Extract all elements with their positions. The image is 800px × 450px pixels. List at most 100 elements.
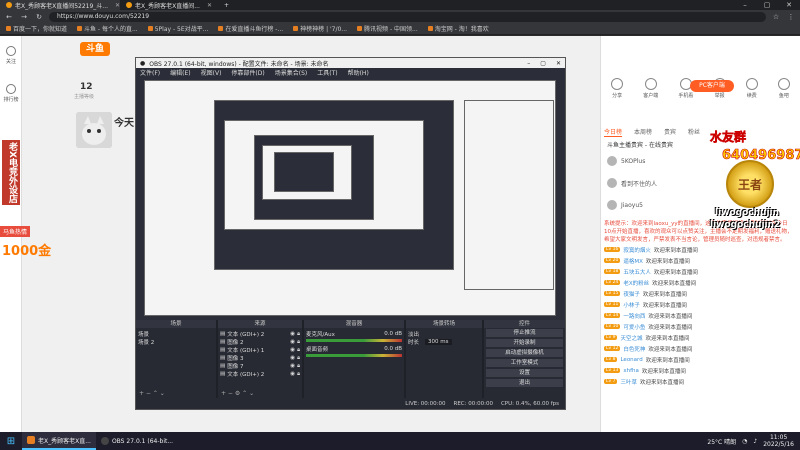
- virtual-camera-button[interactable]: 启动虚拟摄像机: [486, 349, 563, 357]
- duration-field[interactable]: 时长 300 ms: [408, 338, 480, 346]
- nav-rank[interactable]: 排行榜: [0, 74, 22, 112]
- weather[interactable]: 25°C 晴朗: [707, 437, 736, 446]
- source-item[interactable]: ▤ 文本 (GDI+) 2 ◉ 🔒︎: [220, 330, 300, 339]
- lock-icon[interactable]: 🔒︎: [297, 371, 300, 378]
- chat-nick[interactable]: 白色死神: [623, 345, 645, 353]
- anchor-avatar[interactable]: [76, 112, 112, 148]
- rank-row[interactable]: 5KOPlus: [607, 156, 645, 166]
- bookmark[interactable]: 腾讯视频 - 中国领...: [357, 24, 418, 33]
- bookmark[interactable]: 在爱直播斗鱼行榜 -...: [218, 24, 283, 33]
- bookmark[interactable]: 5Play - 5E对战平...: [147, 24, 208, 33]
- lock-icon[interactable]: 🔒︎: [297, 355, 300, 362]
- browser-tab[interactable]: 老X_秀顾客老X直播间... ✕: [120, 0, 218, 10]
- bookmark[interactable]: 神榜神榜 | '7/0...: [293, 24, 347, 33]
- new-tab-icon[interactable]: +: [218, 0, 235, 10]
- scene-item[interactable]: 场景 2: [138, 338, 214, 346]
- forward-icon[interactable]: →: [19, 13, 29, 21]
- eye-icon[interactable]: ◉: [290, 339, 295, 345]
- eye-icon[interactable]: ◉: [290, 355, 295, 361]
- close-tab-icon[interactable]: ✕: [207, 2, 212, 9]
- nav-follow[interactable]: 关注: [0, 36, 22, 74]
- bookmark[interactable]: 百度一下，你就知道: [6, 24, 67, 33]
- menu-scene-collection[interactable]: 场景集合(S): [275, 68, 308, 77]
- menu-icon[interactable]: ⋮: [786, 13, 796, 21]
- share-button[interactable]: 分享: [611, 78, 624, 108]
- chat-nick[interactable]: xhfha: [623, 368, 639, 374]
- bookmark[interactable]: 淘宝网 - 淘！我喜欢: [427, 24, 489, 33]
- menu-edit[interactable]: 编辑(E): [170, 68, 190, 77]
- menu-view[interactable]: 视图(V): [201, 68, 222, 77]
- source-item[interactable]: ▤ 图像 7 ◉ 🔒︎: [220, 362, 300, 371]
- client-button[interactable]: 客户端: [643, 78, 658, 108]
- pc-client-button[interactable]: PC客户端: [690, 80, 734, 92]
- settings-button[interactable]: 设置: [486, 369, 563, 377]
- eye-icon[interactable]: ◉: [290, 347, 295, 353]
- studio-mode-button[interactable]: 工作室模式: [486, 359, 563, 367]
- menu-file[interactable]: 文件(F): [140, 68, 160, 77]
- lock-icon[interactable]: 🔒︎: [297, 339, 300, 346]
- tab-vip[interactable]: 贵宾: [664, 127, 676, 137]
- minimize-icon[interactable]: –: [734, 1, 756, 9]
- fish-icon: [777, 78, 790, 90]
- rank-row[interactable]: 看到不住的人: [607, 178, 657, 188]
- source-item[interactable]: ▤ 文本 (GDI+) 2 ◉ 🔒︎: [220, 370, 300, 379]
- source-toolbar[interactable]: + − ⚙ ⌃ ⌄: [218, 390, 302, 398]
- wifi-icon[interactable]: ◔: [742, 438, 747, 445]
- url-input[interactable]: https://www.douyu.com/52219: [49, 11, 766, 22]
- rank-row[interactable]: Jiaoyu5: [607, 200, 643, 210]
- source-type-icon: ▤: [220, 347, 226, 353]
- reload-icon[interactable]: ↻: [34, 13, 44, 21]
- scene-toolbar[interactable]: + − ⌃ ⌄: [136, 390, 216, 398]
- windows-start-icon[interactable]: ⊞: [0, 436, 22, 447]
- star-icon[interactable]: ☆: [771, 13, 781, 21]
- chat-nick[interactable]: Leonard: [620, 357, 642, 363]
- volume-icon[interactable]: ♪: [753, 438, 757, 445]
- transition-select[interactable]: 淡出: [408, 330, 480, 338]
- start-recording-button[interactable]: 开始录制: [486, 339, 563, 347]
- chat-nick[interactable]: 老X的粉丝: [623, 279, 649, 287]
- chat-nick[interactable]: 寂寞的烟火: [623, 246, 651, 254]
- chat-nick[interactable]: 可爱小鱼: [623, 323, 645, 331]
- exit-button[interactable]: 退出: [486, 379, 563, 387]
- taskbar-item-browser[interactable]: 老X_秀顾客老X直...: [22, 432, 96, 450]
- douyu-logo[interactable]: 斗鱼: [80, 42, 110, 56]
- chat-text: 欢迎来到本直播间: [652, 280, 697, 287]
- taskbar-item-obs[interactable]: OBS 27.0.1 (64-bit...: [96, 432, 178, 450]
- lock-icon[interactable]: 🔒︎: [297, 347, 300, 354]
- back-icon[interactable]: ←: [4, 13, 14, 21]
- eye-icon[interactable]: ◉: [290, 363, 295, 369]
- renew-button[interactable]: 续费: [745, 78, 758, 108]
- eye-icon[interactable]: ◉: [290, 331, 295, 337]
- chat-nick[interactable]: 三叶草: [620, 378, 637, 386]
- menu-docks[interactable]: 停靠部件(D): [231, 68, 264, 77]
- obs-preview-canvas[interactable]: [144, 80, 556, 316]
- scene-item[interactable]: 场景: [138, 330, 214, 338]
- chat-nick[interactable]: 天空之城: [620, 334, 642, 342]
- tab-week[interactable]: 本周榜: [634, 127, 652, 137]
- source-item[interactable]: ▤ 图像 3 ◉ 🔒︎: [220, 354, 300, 363]
- tab-fans[interactable]: 粉丝: [688, 127, 700, 137]
- chat-nick[interactable]: 五块五大人: [623, 268, 651, 276]
- lock-icon[interactable]: 🔒︎: [297, 331, 300, 338]
- bookmark[interactable]: 斗鱼 - 每个人的直...: [77, 24, 138, 33]
- source-item[interactable]: ▤ 文本 (GDI+) 1 ◉ 🔒︎: [220, 346, 300, 355]
- menu-tools[interactable]: 工具(T): [317, 68, 337, 77]
- clock[interactable]: 11:05 2022/5/16: [763, 434, 794, 448]
- eye-icon[interactable]: ◉: [290, 371, 295, 377]
- chat-nick[interactable]: 逼格MX: [623, 257, 643, 265]
- fishbar-button[interactable]: 鱼吧: [777, 78, 790, 108]
- tab-today[interactable]: 今日榜: [604, 127, 623, 137]
- stop-streaming-button[interactable]: 停止推流: [486, 329, 563, 337]
- maximize-icon[interactable]: ▢: [756, 1, 778, 9]
- lock-icon[interactable]: 🔒︎: [297, 363, 300, 370]
- menu-help[interactable]: 帮助(H): [348, 68, 369, 77]
- close-icon[interactable]: ✕: [778, 1, 800, 9]
- close-icon[interactable]: ✕: [556, 60, 561, 67]
- source-item[interactable]: ▤ 图像 2 ◉ 🔒︎: [220, 338, 300, 347]
- browser-tab[interactable]: 老X_秀顾客老X直播间52219_斗... ✕: [0, 0, 120, 10]
- chat-nick[interactable]: 小林子: [623, 301, 640, 309]
- minimize-icon[interactable]: –: [527, 60, 530, 67]
- chat-nick[interactable]: 一路向西: [623, 312, 645, 320]
- chat-nick[interactable]: 夜猫子: [623, 290, 640, 298]
- maximize-icon[interactable]: ▢: [540, 60, 546, 67]
